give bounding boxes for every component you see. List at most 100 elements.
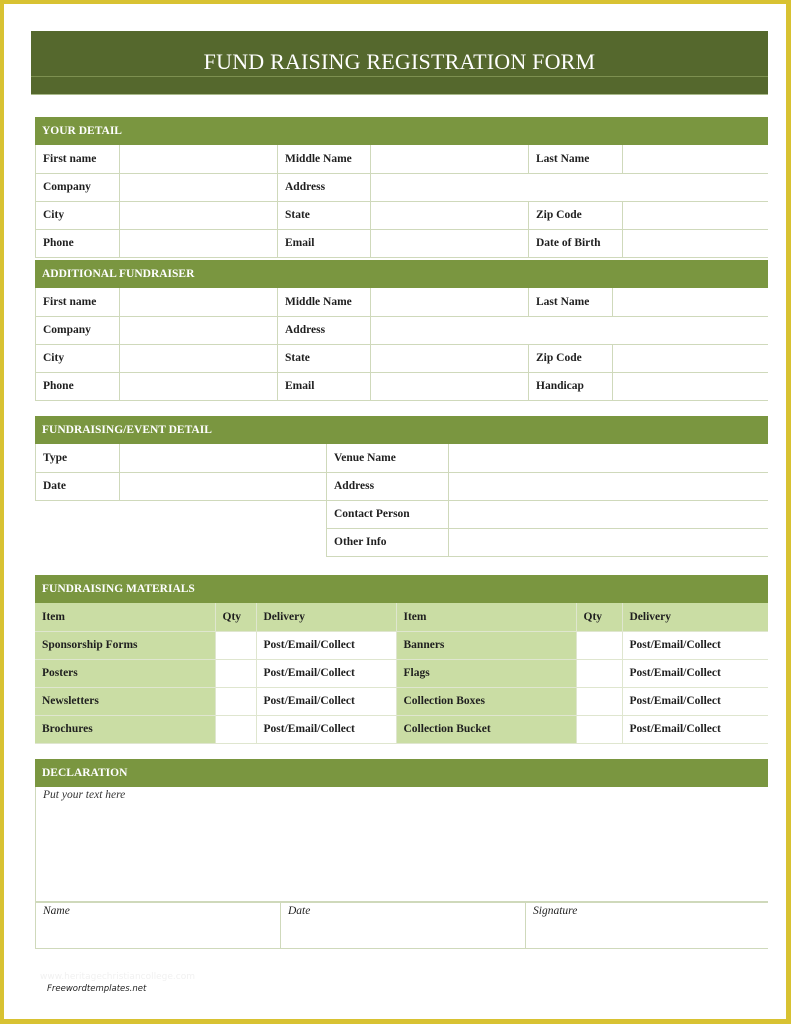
state-input[interactable] — [370, 201, 529, 230]
field-label: Company — [35, 173, 120, 202]
date-signature-field[interactable]: Date — [280, 903, 526, 949]
delivery-option[interactable]: Post/Email/Collect — [256, 631, 397, 660]
field-label: Middle Name — [277, 145, 371, 174]
signature-field[interactable]: Signature — [525, 903, 768, 949]
field-label: Address — [326, 472, 449, 501]
field-label: Last Name — [528, 145, 623, 174]
table-row: Company Address — [35, 316, 768, 345]
handicap-input[interactable] — [612, 372, 768, 401]
column-header: Item — [35, 603, 216, 632]
field-label: Type — [35, 444, 120, 473]
materials-section: FUNDRAISING MATERIALS Item Qty Delivery … — [35, 575, 768, 744]
city-input[interactable] — [119, 201, 278, 230]
table-row: Sponsorship Forms Post/Email/Collect Ban… — [35, 631, 768, 660]
form-title: FUND RAISING REGISTRATION FORM — [203, 49, 596, 74]
delivery-option[interactable]: Post/Email/Collect — [622, 687, 768, 716]
qty-input[interactable] — [215, 659, 257, 688]
qty-input[interactable] — [215, 715, 257, 744]
company-input[interactable] — [119, 173, 278, 202]
date-input[interactable] — [119, 472, 327, 501]
other-info-input[interactable] — [448, 528, 768, 557]
address-input[interactable] — [370, 316, 768, 345]
delivery-option[interactable]: Post/Email/Collect — [622, 631, 768, 660]
table-row: Newsletters Post/Email/Collect Collectio… — [35, 687, 768, 716]
contact-person-input[interactable] — [448, 500, 768, 529]
last-name-input[interactable] — [612, 288, 768, 317]
zip-code-input[interactable] — [612, 344, 768, 373]
item-name: Flags — [396, 659, 577, 688]
middle-name-input[interactable] — [370, 288, 529, 317]
field-label: Last Name — [528, 288, 613, 317]
column-header: Qty — [576, 603, 623, 632]
email-input[interactable] — [370, 229, 529, 258]
table-row: Brochures Post/Email/Collect Collection … — [35, 715, 768, 744]
column-header: Delivery — [256, 603, 397, 632]
field-label: Company — [35, 316, 120, 345]
first-name-input[interactable] — [119, 145, 278, 174]
field-label: Date — [35, 472, 120, 501]
qty-input[interactable] — [576, 659, 623, 688]
field-label: Zip Code — [528, 201, 623, 230]
email-input[interactable] — [370, 372, 529, 401]
field-label: First name — [35, 288, 120, 317]
middle-name-input[interactable] — [370, 145, 529, 174]
your-detail-table: First name Middle Name Last Name Company… — [35, 145, 768, 258]
additional-fundraiser-section: ADDITIONAL FUNDRAISER First name Middle … — [35, 260, 768, 401]
field-label: State — [277, 344, 371, 373]
phone-input[interactable] — [119, 229, 278, 258]
field-label: Venue Name — [326, 444, 449, 473]
first-name-input[interactable] — [119, 288, 278, 317]
table-row: Phone Email Date of Birth — [35, 229, 768, 258]
additional-fundraiser-table: First name Middle Name Last Name Company… — [35, 288, 768, 401]
declaration-textarea[interactable]: Put your text here — [35, 787, 768, 903]
table-row: Phone Email Handicap — [35, 372, 768, 401]
declaration-placeholder: Put your text here — [43, 789, 126, 801]
column-header: Item — [396, 603, 577, 632]
phone-input[interactable] — [119, 372, 278, 401]
qty-input[interactable] — [215, 687, 257, 716]
item-name: Brochures — [35, 715, 216, 744]
table-header-row: Item Qty Delivery Item Qty Delivery — [35, 603, 768, 632]
date-of-birth-input[interactable] — [622, 229, 768, 258]
item-name: Sponsorship Forms — [35, 631, 216, 660]
title-rule — [31, 76, 768, 77]
table-row: Other Info — [36, 528, 768, 557]
qty-input[interactable] — [215, 631, 257, 660]
qty-input[interactable] — [576, 631, 623, 660]
item-name: Newsletters — [35, 687, 216, 716]
qty-input[interactable] — [576, 715, 623, 744]
delivery-option[interactable]: Post/Email/Collect — [622, 659, 768, 688]
type-input[interactable] — [119, 444, 327, 473]
field-label: First name — [35, 145, 120, 174]
section-heading: FUNDRAISING MATERIALS — [35, 575, 768, 603]
field-label: Phone — [35, 372, 120, 401]
item-name: Posters — [35, 659, 216, 688]
field-label: Other Info — [326, 528, 449, 557]
table-row: City State Zip Code — [35, 201, 768, 230]
zip-code-input[interactable] — [622, 201, 768, 230]
state-input[interactable] — [370, 344, 529, 373]
blank-cell — [36, 500, 327, 528]
qty-input[interactable] — [576, 687, 623, 716]
signature-table: Name Date Signature — [35, 903, 768, 949]
table-row: City State Zip Code — [35, 344, 768, 373]
table-row: Type Venue Name — [35, 444, 768, 473]
item-name: Banners — [396, 631, 577, 660]
event-detail-section: FUNDRAISING/EVENT DETAIL Type Venue Name… — [35, 416, 768, 557]
venue-name-input[interactable] — [448, 444, 768, 473]
field-label: City — [35, 344, 120, 373]
last-name-input[interactable] — [622, 145, 768, 174]
event-address-input[interactable] — [448, 472, 768, 501]
delivery-option[interactable]: Post/Email/Collect — [256, 715, 397, 744]
address-input[interactable] — [370, 173, 768, 202]
field-label: Address — [277, 173, 371, 202]
delivery-option[interactable]: Post/Email/Collect — [256, 687, 397, 716]
delivery-option[interactable]: Post/Email/Collect — [622, 715, 768, 744]
item-name: Collection Boxes — [396, 687, 577, 716]
city-input[interactable] — [119, 344, 278, 373]
field-label: Handicap — [528, 372, 613, 401]
name-signature-field[interactable]: Name — [35, 903, 281, 949]
company-input[interactable] — [119, 316, 278, 345]
section-heading: YOUR DETAIL — [35, 117, 768, 145]
delivery-option[interactable]: Post/Email/Collect — [256, 659, 397, 688]
